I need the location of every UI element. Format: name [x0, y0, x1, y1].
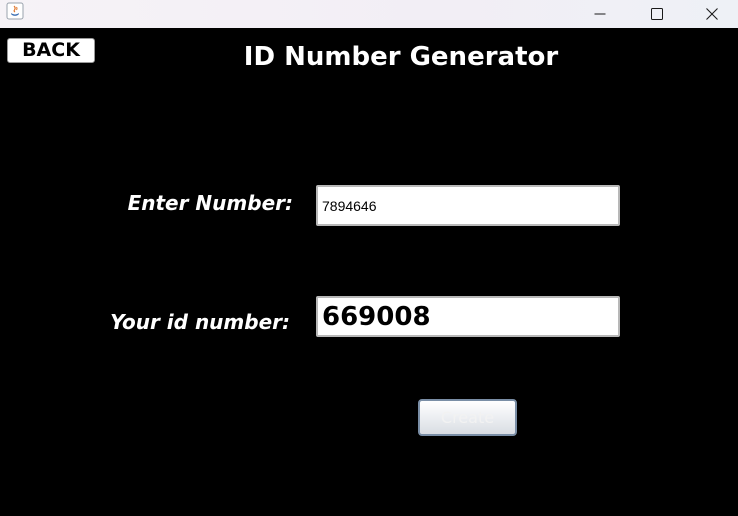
page-title: ID Number Generator — [243, 42, 559, 72]
maximize-icon — [651, 8, 663, 20]
close-button[interactable] — [686, 0, 738, 28]
back-button[interactable]: BACK — [7, 38, 95, 63]
minimize-button[interactable] — [571, 0, 629, 28]
close-icon — [706, 8, 718, 20]
enter-number-label: Enter Number: — [127, 191, 293, 215]
id-number-label: Your id number: — [110, 310, 290, 334]
id-number-field[interactable] — [316, 296, 620, 337]
main-panel: BACK ID Number Generator Enter Number: Y… — [0, 28, 738, 516]
title-bar[interactable] — [0, 0, 738, 28]
enter-number-field[interactable] — [316, 185, 620, 226]
maximize-button[interactable] — [628, 0, 686, 28]
java-app-icon[interactable] — [6, 2, 24, 20]
app-window: BACK ID Number Generator Enter Number: Y… — [0, 0, 738, 516]
create-button[interactable]: Create — [418, 399, 517, 436]
minimize-icon — [594, 13, 606, 15]
